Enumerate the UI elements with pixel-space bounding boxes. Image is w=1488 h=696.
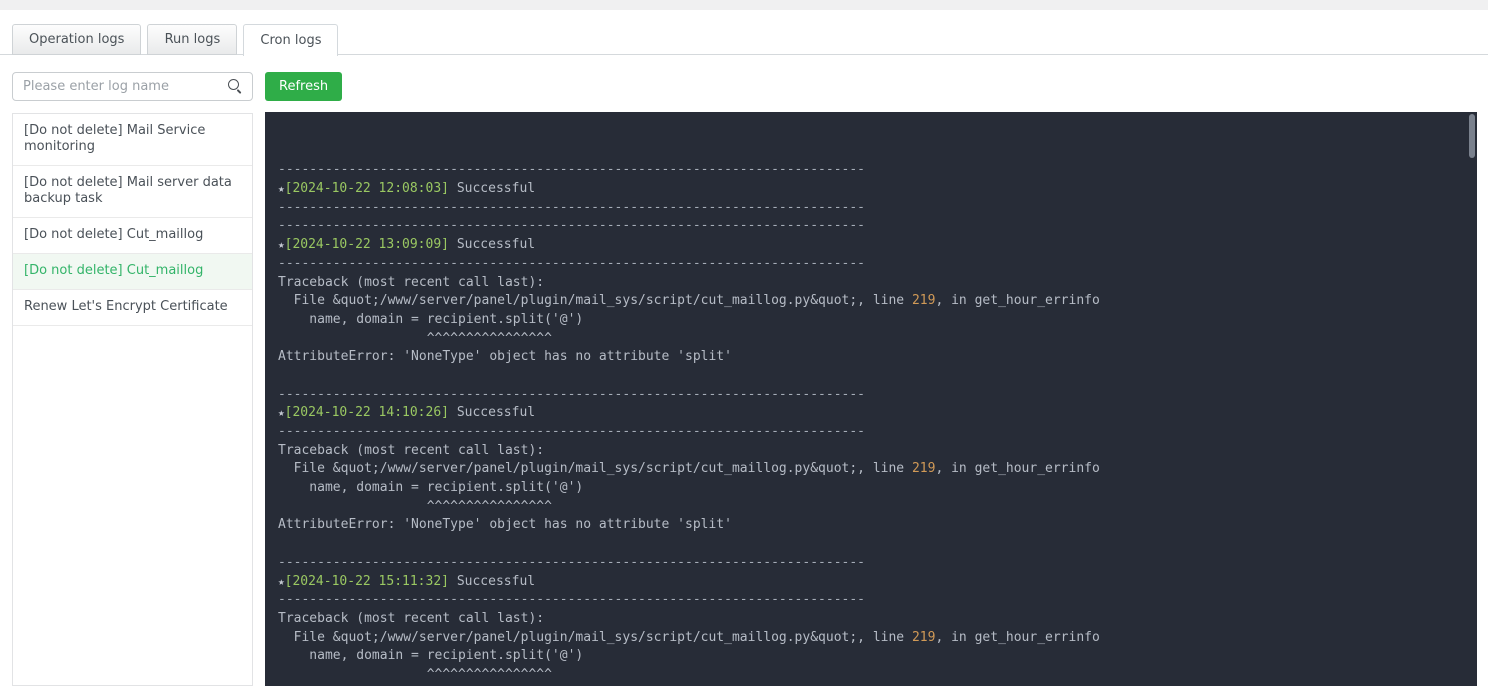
- search-icon[interactable]: [228, 79, 243, 94]
- log-line: ★[2024-10-22 15:11:32] Successful: [278, 573, 536, 589]
- tab-operation-logs[interactable]: Operation logs: [12, 24, 142, 55]
- list-item[interactable]: Renew Let's Encrypt Certificate: [13, 290, 252, 326]
- log-line: ----------------------------------------…: [278, 199, 865, 215]
- log-line: name, domain = recipient.split('@'): [278, 648, 584, 664]
- log-line: ----------------------------------------…: [278, 218, 865, 234]
- tab-bar: Operation logs Run logs Cron logs: [12, 24, 339, 56]
- log-line: AttributeError: 'NoneType' object has no…: [278, 517, 732, 533]
- log-viewport[interactable]: ----------------------------------------…: [265, 112, 1477, 686]
- log-line: name, domain = recipient.split('@'): [278, 311, 584, 327]
- tab-cron-logs[interactable]: Cron logs: [243, 24, 339, 56]
- tab-run-logs[interactable]: Run logs: [147, 24, 238, 55]
- log-line: ^^^^^^^^^^^^^^^^: [278, 330, 552, 346]
- log-line: Traceback (most recent call last):: [278, 274, 545, 290]
- log-line: ----------------------------------------…: [278, 255, 865, 271]
- log-line: ----------------------------------------…: [278, 592, 865, 608]
- log-line: ★[2024-10-22 12:08:03] Successful: [278, 181, 536, 197]
- log-line: Traceback (most recent call last):: [278, 610, 545, 626]
- log-line: ----------------------------------------…: [278, 424, 865, 440]
- cron-task-list: [Do not delete] Mail Service monitoring[…: [12, 113, 253, 686]
- log-line: Traceback (most recent call last):: [278, 442, 545, 458]
- log-line: AttributeError: 'NoneType' object has no…: [278, 349, 732, 365]
- log-line: ^^^^^^^^^^^^^^^^: [278, 498, 552, 514]
- log-line: ^^^^^^^^^^^^^^^^: [278, 666, 552, 682]
- log-line: ★[2024-10-22 13:09:09] Successful: [278, 237, 536, 253]
- log-line: ----------------------------------------…: [278, 386, 865, 402]
- top-strip: [0, 0, 1488, 10]
- scrollbar-thumb[interactable]: [1469, 114, 1475, 158]
- log-line: File &quot;/www/server/panel/plugin/mail…: [278, 293, 1100, 309]
- log-line: File &quot;/www/server/panel/plugin/mail…: [278, 629, 1100, 645]
- refresh-button[interactable]: Refresh: [265, 72, 343, 101]
- log-line: ----------------------------------------…: [278, 162, 865, 178]
- log-line: name, domain = recipient.split('@'): [278, 480, 584, 496]
- log-line: AttributeError: 'NoneType' object has no…: [278, 685, 1463, 687]
- log-line: File &quot;/www/server/panel/plugin/mail…: [278, 461, 1100, 477]
- list-item[interactable]: [Do not delete] Cut_maillog: [13, 218, 252, 254]
- log-search: [12, 72, 253, 101]
- list-item[interactable]: [Do not delete] Mail server data backup …: [13, 166, 252, 218]
- log-line: ----------------------------------------…: [278, 554, 865, 570]
- search-input[interactable]: [12, 72, 253, 101]
- log-line: ★[2024-10-22 14:10:26] Successful: [278, 405, 536, 421]
- list-item[interactable]: [Do not delete] Cut_maillog: [13, 254, 252, 290]
- list-item[interactable]: [Do not delete] Mail Service monitoring: [13, 114, 252, 166]
